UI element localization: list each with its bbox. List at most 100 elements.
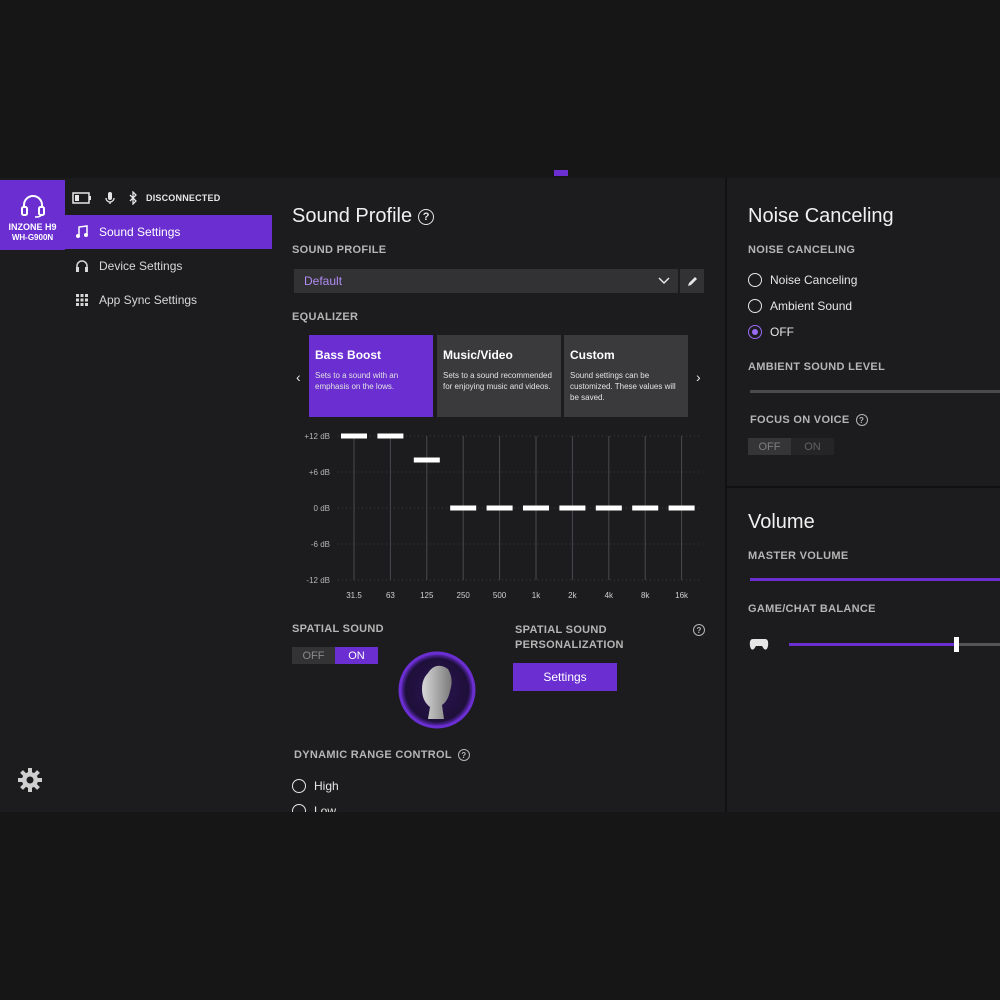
label-text: FOCUS ON VOICE <box>750 414 850 426</box>
y-tick-label: -6 dB <box>311 540 330 549</box>
battery-icon <box>72 192 91 204</box>
balance-slider-thumb[interactable] <box>953 637 959 652</box>
spatial-sound-label: SPATIAL SOUND <box>292 623 384 635</box>
radio-label: Low <box>314 804 337 812</box>
focus-on-voice-label: FOCUS ON VOICE ? <box>750 414 868 426</box>
radio-label: High <box>314 779 339 793</box>
sound-profile-title: Sound Profile ? <box>292 205 435 228</box>
balance-slider-track[interactable] <box>789 637 1000 652</box>
dynamic-range-low-radio[interactable]: Low <box>292 804 336 812</box>
sidebar-item-app-sync-settings[interactable]: App Sync Settings <box>65 283 272 317</box>
chevron-left-icon[interactable]: ‹ <box>296 369 301 385</box>
toggle-off: OFF <box>292 647 335 664</box>
radio-label: Noise Canceling <box>770 273 858 287</box>
sound-profile-dropdown[interactable]: Default <box>294 269 678 293</box>
connection-status: DISCONNECTED <box>146 193 221 203</box>
x-tick-label: 1k <box>532 591 541 600</box>
preset-card-bass-boost[interactable]: Bass Boost Sets to a sound with an empha… <box>309 335 433 417</box>
y-tick-label: +6 dB <box>309 468 330 477</box>
head-avatar-icon <box>398 651 476 729</box>
headphones-icon <box>75 259 89 273</box>
y-tick-label: -12 dB <box>306 576 330 585</box>
x-tick-label: 16k <box>675 591 689 600</box>
x-tick-label: 31.5 <box>346 591 362 600</box>
help-icon[interactable]: ? <box>457 749 470 761</box>
grid-icon <box>75 293 89 307</box>
x-tick-label: 8k <box>641 591 650 600</box>
eq-band-handle <box>523 505 549 511</box>
preset-desc: Sets to a sound recommended for enjoying… <box>443 371 552 391</box>
app-window: INZONE H9 WH-G900N DISCONNECTED Sound Se… <box>0 178 1000 812</box>
sidebar-item-device-settings[interactable]: Device Settings <box>65 249 272 283</box>
dynamic-range-high-radio[interactable]: High <box>292 779 339 793</box>
master-volume-label: MASTER VOLUME <box>748 550 849 562</box>
music-note-icon <box>75 225 89 239</box>
radio-circle <box>748 273 762 287</box>
label-text: DYNAMIC RANGE CONTROL <box>294 749 452 761</box>
edit-profile-button[interactable] <box>680 269 704 293</box>
eq-band-handle <box>486 505 513 511</box>
label-line: SPATIAL SOUND <box>515 624 607 636</box>
bluetooth-icon <box>129 191 137 205</box>
radio-circle <box>748 325 762 339</box>
eq-band-handle <box>668 505 695 511</box>
preset-card-music-video[interactable]: Music/Video Sets to a sound recommended … <box>437 335 561 417</box>
preset-title: Bass Boost <box>315 348 382 362</box>
eq-band-handle <box>341 433 367 439</box>
device-tile[interactable]: INZONE H9 WH-G900N <box>0 180 65 250</box>
device-model: WH-G900N <box>11 233 54 242</box>
chevron-down-icon <box>658 277 670 285</box>
eq-band-handle <box>559 505 586 511</box>
x-tick-label: 250 <box>457 591 471 600</box>
y-tick-label: 0 dB <box>314 504 330 513</box>
preset-desc: Sound settings can be customized. These … <box>570 371 676 402</box>
preset-title: Music/Video <box>443 348 513 362</box>
eq-band-handle <box>632 505 659 511</box>
volume-title: Volume <box>748 511 815 533</box>
x-tick-label: 125 <box>420 591 434 600</box>
balance-label: GAME/CHAT BALANCE <box>748 603 876 615</box>
chevron-right-icon[interactable]: › <box>696 369 701 385</box>
gamepad-icon <box>749 639 769 650</box>
help-icon[interactable]: ? <box>855 414 868 426</box>
app-logo-mark <box>554 170 568 176</box>
preset-card-custom[interactable]: Custom Sound settings can be customized.… <box>564 335 688 417</box>
pencil-icon <box>687 276 697 286</box>
microphone-icon <box>105 192 115 204</box>
nc-noise-canceling-radio[interactable]: Noise Canceling <box>748 273 857 287</box>
column-divider <box>725 178 727 812</box>
ambient-level-label: AMBIENT SOUND LEVEL <box>748 361 886 373</box>
device-name: INZONE H9 <box>8 222 57 232</box>
gear-icon[interactable] <box>17 767 43 793</box>
noise-canceling-title: Noise Canceling <box>748 205 894 227</box>
spatial-sound-toggle[interactable]: OFF ON <box>292 647 378 664</box>
sidebar-nav: Sound Settings Device Settings App Sync … <box>65 215 272 317</box>
nc-off-radio[interactable]: OFF <box>748 325 794 339</box>
eq-band-handle <box>413 457 440 463</box>
x-tick-label: 4k <box>605 591 614 600</box>
sidebar-item-sound-settings[interactable]: Sound Settings <box>65 215 272 249</box>
help-icon[interactable]: ? <box>693 624 705 636</box>
preset-desc: Sets to a sound with an emphasis on the … <box>315 371 399 391</box>
label-line: PERSONALIZATION <box>515 639 624 651</box>
section-title: Sound Profile <box>292 205 413 227</box>
dynamic-range-label: DYNAMIC RANGE CONTROL ? <box>294 749 470 761</box>
toggle-off: OFF <box>748 438 791 455</box>
focus-on-voice-toggle[interactable]: OFF ON <box>748 438 834 455</box>
x-tick-label: 500 <box>493 591 507 600</box>
eq-band-handle <box>377 433 404 439</box>
master-volume-slider[interactable] <box>750 578 1000 581</box>
spatial-settings-button[interactable]: Settings <box>513 663 617 691</box>
nc-ambient-sound-radio[interactable]: Ambient Sound <box>748 299 852 313</box>
y-tick-label: +12 dB <box>304 432 330 441</box>
x-tick-label: 63 <box>386 591 395 600</box>
radio-label: Ambient Sound <box>770 299 853 313</box>
balance-slider-fill <box>789 643 956 646</box>
sidebar-item-label: App Sync Settings <box>99 293 198 307</box>
radio-circle <box>748 299 762 313</box>
help-icon[interactable]: ? <box>418 208 435 225</box>
radio-circle <box>292 804 306 812</box>
ambient-level-slider[interactable] <box>750 390 1000 393</box>
toggle-on: ON <box>335 647 378 664</box>
sidebar-item-label: Device Settings <box>99 259 183 273</box>
